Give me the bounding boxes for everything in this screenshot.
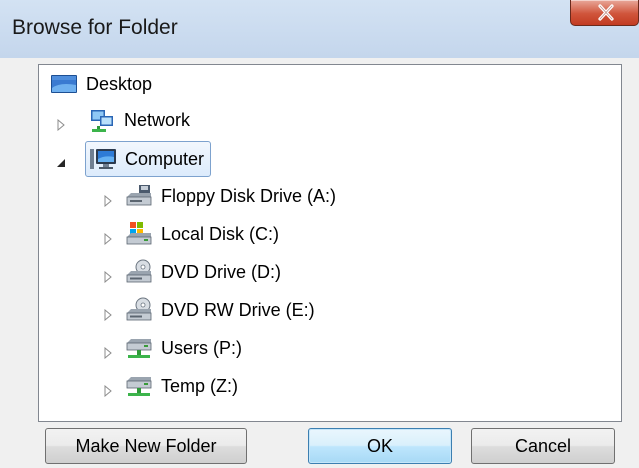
- tree-item-temp-drive[interactable]: Temp (Z:): [125, 369, 238, 403]
- computer-icon: [89, 146, 117, 172]
- folder-tree[interactable]: Desktop Network Computer Floppy Disk Dri…: [38, 64, 622, 422]
- tree-item-label: Computer: [125, 148, 205, 169]
- dvd-drive-icon: [125, 259, 153, 285]
- tree-item-label: Network: [124, 109, 191, 130]
- tree-item-label: Temp (Z:): [161, 375, 239, 396]
- expand-expanded-icon[interactable]: [55, 156, 67, 168]
- network-drive-icon: [125, 335, 153, 361]
- tree-item-label: Floppy Disk Drive (A:): [161, 185, 337, 206]
- expand-collapsed-icon[interactable]: [102, 346, 114, 360]
- cancel-button[interactable]: Cancel: [471, 428, 615, 464]
- tree-item-label: Local Disk (C:): [161, 223, 280, 244]
- tree-item-computer[interactable]: Computer: [85, 141, 212, 177]
- tree-item-desktop[interactable]: Desktop: [50, 67, 152, 101]
- tree-item-local-disk[interactable]: Local Disk (C:): [125, 217, 279, 251]
- tree-item-label: DVD RW Drive (E:): [161, 299, 315, 320]
- expand-collapsed-icon[interactable]: [55, 118, 67, 132]
- title-bar[interactable]: Browse for Folder: [0, 0, 639, 58]
- tree-item-label: Desktop: [86, 73, 153, 94]
- tree-item-label: DVD Drive (D:): [161, 261, 281, 282]
- floppy-drive-icon: [125, 183, 153, 209]
- desktop-icon: [50, 71, 78, 97]
- browse-for-folder-dialog: Browse for Folder Desktop Network Comput…: [0, 0, 639, 468]
- tree-item-network[interactable]: Network: [88, 103, 190, 137]
- close-icon: [598, 4, 614, 21]
- dvd-rw-drive-icon: [125, 297, 153, 323]
- expand-collapsed-icon[interactable]: [102, 270, 114, 284]
- tree-item-label: Users (P:): [161, 337, 242, 358]
- expand-collapsed-icon[interactable]: [102, 384, 114, 398]
- tree-item-users-drive[interactable]: Users (P:): [125, 331, 242, 365]
- tree-item-dvd-drive[interactable]: DVD Drive (D:): [125, 255, 281, 289]
- tree-item-floppy-drive[interactable]: Floppy Disk Drive (A:): [125, 179, 336, 213]
- make-new-folder-button[interactable]: Make New Folder: [45, 428, 247, 464]
- expand-collapsed-icon[interactable]: [102, 232, 114, 246]
- tree-item-dvd-rw-drive[interactable]: DVD RW Drive (E:): [125, 293, 315, 327]
- network-drive-icon: [125, 373, 153, 399]
- window-title: Browse for Folder: [12, 16, 178, 39]
- ok-button[interactable]: OK: [308, 428, 452, 464]
- network-icon: [88, 107, 116, 133]
- expand-collapsed-icon[interactable]: [102, 308, 114, 322]
- expand-collapsed-icon[interactable]: [102, 194, 114, 208]
- close-button[interactable]: [570, 0, 639, 26]
- local-disk-icon: [125, 221, 153, 247]
